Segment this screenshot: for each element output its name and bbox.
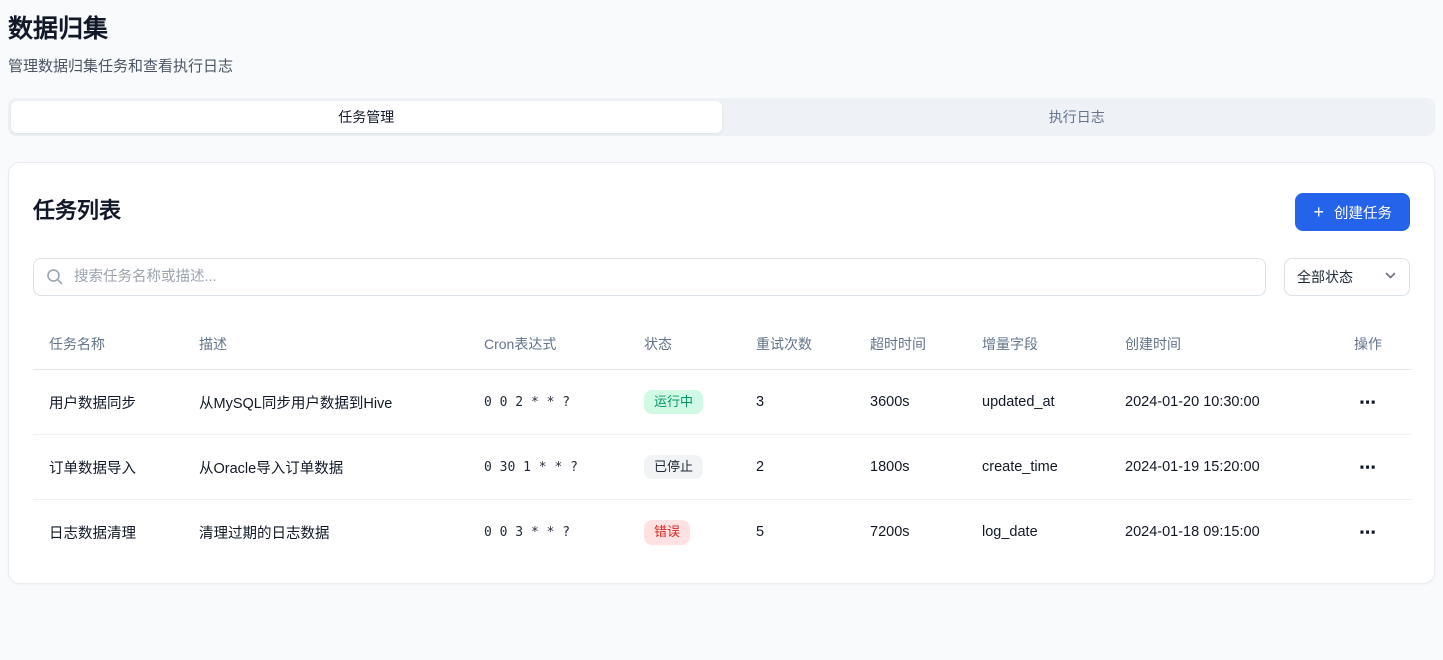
create-task-label: 创建任务 (1334, 202, 1392, 223)
cell-cron: 0 30 1 * * ? (468, 435, 628, 500)
cell-timeout: 1800s (854, 435, 966, 500)
cell-created-at: 2024-01-18 09:15:00 (1109, 500, 1332, 565)
cell-cron: 0 0 3 * * ? (468, 500, 628, 565)
tabbar: 任务管理 执行日志 (8, 98, 1435, 136)
cell-retries: 2 (740, 435, 854, 500)
column-header-incremental-field: 增量字段 (966, 326, 1109, 370)
row-actions-button[interactable]: ⋯ (1353, 520, 1383, 545)
column-header-status: 状态 (628, 326, 740, 370)
cell-timeout: 3600s (854, 370, 966, 435)
page-title: 数据归集 (8, 14, 1435, 44)
search-icon (46, 268, 63, 290)
cell-incremental-field: updated_at (966, 370, 1109, 435)
cell-retries: 3 (740, 370, 854, 435)
cell-cron: 0 0 2 * * ? (468, 370, 628, 435)
table-row: 订单数据导入 从Oracle导入订单数据 0 30 1 * * ? 已停止 2 … (33, 435, 1412, 500)
page: 数据归集 管理数据归集任务和查看执行日志 任务管理 执行日志 任务列表 + 创建… (0, 0, 1443, 584)
column-header-created-at: 创建时间 (1109, 326, 1332, 370)
cell-timeout: 7200s (854, 500, 966, 565)
column-header-description: 描述 (183, 326, 468, 370)
cell-description: 从MySQL同步用户数据到Hive (183, 370, 468, 435)
cell-incremental-field: create_time (966, 435, 1109, 500)
cell-incremental-field: log_date (966, 500, 1109, 565)
cell-description: 清理过期的日志数据 (183, 500, 468, 565)
row-actions-button[interactable]: ⋯ (1353, 390, 1383, 415)
card-title: 任务列表 (33, 193, 121, 225)
cell-task-name: 日志数据清理 (33, 500, 183, 565)
status-filter-select[interactable]: 全部状态 (1284, 258, 1410, 296)
column-header-timeout: 超时时间 (854, 326, 966, 370)
cell-retries: 5 (740, 500, 854, 565)
column-header-name: 任务名称 (33, 326, 183, 370)
search-input[interactable] (33, 258, 1266, 296)
cell-created-at: 2024-01-19 15:20:00 (1109, 435, 1332, 500)
cell-task-name: 订单数据导入 (33, 435, 183, 500)
status-badge: 已停止 (644, 455, 703, 480)
status-badge: 错误 (644, 520, 690, 545)
column-header-actions: 操作 (1332, 326, 1412, 370)
page-subtitle: 管理数据归集任务和查看执行日志 (8, 55, 1435, 76)
plus-icon: + (1313, 203, 1324, 221)
tab-task-management[interactable]: 任务管理 (11, 101, 722, 133)
column-header-retries: 重试次数 (740, 326, 854, 370)
status-badge: 运行中 (644, 390, 703, 415)
table-row: 日志数据清理 清理过期的日志数据 0 0 3 * * ? 错误 5 7200s … (33, 500, 1412, 565)
task-table: 任务名称 描述 Cron表达式 状态 重试次数 超时时间 增量字段 创建时间 操… (33, 326, 1412, 565)
task-list-card: 任务列表 + 创建任务 全部状态 (8, 162, 1435, 584)
create-task-button[interactable]: + 创建任务 (1295, 193, 1410, 231)
column-header-cron: Cron表达式 (468, 326, 628, 370)
cell-created-at: 2024-01-20 10:30:00 (1109, 370, 1332, 435)
row-actions-button[interactable]: ⋯ (1353, 455, 1383, 480)
cell-description: 从Oracle导入订单数据 (183, 435, 468, 500)
search-wrap (33, 258, 1266, 296)
table-row: 用户数据同步 从MySQL同步用户数据到Hive 0 0 2 * * ? 运行中… (33, 370, 1412, 435)
chevron-down-icon (1384, 269, 1397, 285)
table-header-row: 任务名称 描述 Cron表达式 状态 重试次数 超时时间 增量字段 创建时间 操… (33, 326, 1412, 370)
filter-row: 全部状态 (33, 258, 1410, 296)
cell-task-name: 用户数据同步 (33, 370, 183, 435)
tab-execution-logs[interactable]: 执行日志 (722, 101, 1433, 133)
status-filter-value: 全部状态 (1297, 267, 1353, 287)
card-header: 任务列表 + 创建任务 (33, 193, 1410, 231)
